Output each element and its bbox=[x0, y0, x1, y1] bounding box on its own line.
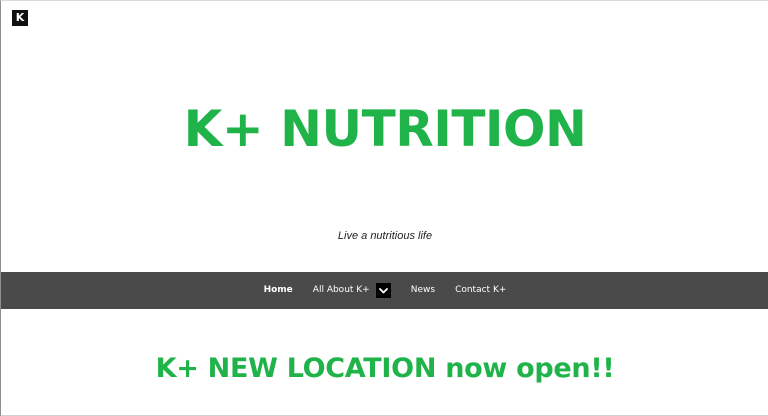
main-heading: K+ NEW LOCATION now open!! bbox=[155, 353, 615, 384]
nav-item-all-about[interactable]: All About K+ bbox=[303, 272, 401, 309]
site-tagline: Live a nutritious life bbox=[337, 230, 433, 242]
site-logo[interactable]: K bbox=[12, 10, 28, 26]
chevron-down-icon bbox=[378, 287, 388, 293]
nav-item-news[interactable]: News bbox=[401, 272, 445, 309]
page: K K+ NUTRITION Live a nutritious life Ho… bbox=[0, 0, 768, 416]
nav-item-contact[interactable]: Contact K+ bbox=[445, 272, 516, 309]
site-title[interactable]: K+ NUTRITION bbox=[1, 99, 768, 159]
submenu-toggle-button[interactable] bbox=[375, 283, 391, 298]
nav-item-label: All About K+ bbox=[312, 285, 370, 295]
nav-item-label: Contact K+ bbox=[455, 285, 507, 295]
nav-item-home[interactable]: Home bbox=[254, 272, 303, 309]
main-navigation: Home All About K+ News Contact K+ bbox=[1, 272, 768, 309]
nav-item-label: News bbox=[410, 285, 436, 295]
nav-item-label: Home bbox=[263, 285, 293, 295]
